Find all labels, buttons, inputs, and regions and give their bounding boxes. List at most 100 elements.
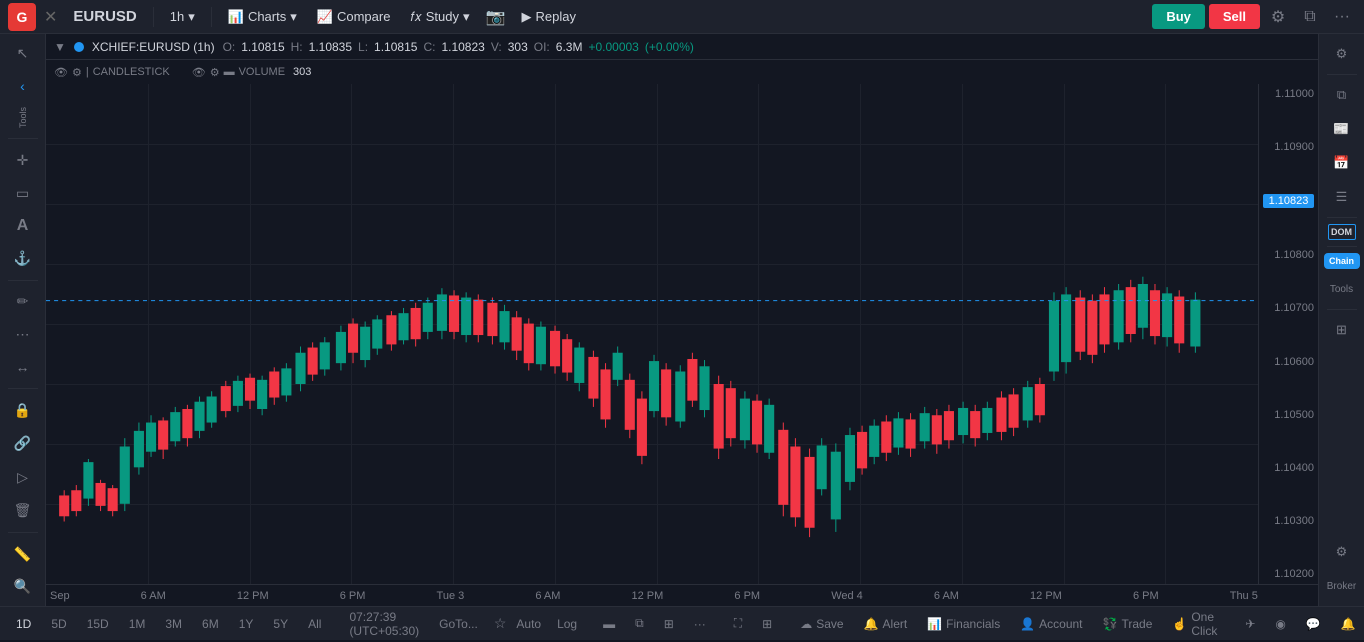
- trade-icon: 💱: [1103, 617, 1118, 631]
- rectangle-tool[interactable]: ▭: [7, 178, 39, 209]
- grid-button[interactable]: ⊞: [1326, 314, 1358, 346]
- rectangle-icon: ▭: [16, 185, 29, 202]
- settings-icon[interactable]: ⚙: [72, 66, 82, 79]
- period-1m-button[interactable]: 1M: [121, 613, 154, 635]
- period-6m-button[interactable]: 6M: [194, 613, 227, 635]
- period-3m-button[interactable]: 3M: [157, 613, 190, 635]
- anchor-tool[interactable]: ⚓: [7, 243, 39, 274]
- settings-icon[interactable]: ⚙: [210, 66, 220, 79]
- period-5d-button[interactable]: 5D: [43, 613, 74, 635]
- alert-button[interactable]: 🔔 Alert: [856, 613, 916, 635]
- layout-icon-3[interactable]: ⊞: [656, 613, 682, 635]
- tools-right-button[interactable]: Tools: [1326, 273, 1358, 305]
- period-5y-button[interactable]: 5Y: [265, 613, 296, 635]
- change-value: +0.00003: [588, 40, 638, 54]
- left-toolbar: ↖ ‹ Tools ✛ ▭ A ⚓ ✏ ⋯ ↔ 🔒: [0, 34, 46, 606]
- auto-button[interactable]: Auto: [510, 614, 547, 634]
- calendar-button[interactable]: 📅: [1326, 147, 1358, 179]
- chain-button[interactable]: Chain: [1324, 253, 1360, 269]
- log-button[interactable]: Log: [551, 614, 583, 634]
- layers-right-button[interactable]: ⧉: [1326, 79, 1358, 111]
- layout-icon-1[interactable]: ▬: [595, 613, 623, 635]
- close-button[interactable]: ✕: [40, 7, 61, 27]
- trade-label: Trade: [1121, 617, 1152, 631]
- collapse-tool[interactable]: ‹: [7, 71, 39, 102]
- news-button[interactable]: 📰: [1326, 113, 1358, 145]
- divider: [1327, 217, 1357, 218]
- text-tool[interactable]: A: [7, 210, 39, 241]
- timeframe-label: 1h: [170, 9, 184, 24]
- time-label-12pm2: 12 PM: [632, 590, 664, 602]
- more-layout-button[interactable]: ⊞: [754, 613, 780, 635]
- financials-button[interactable]: 📊 Financials: [919, 613, 1008, 635]
- star-icon[interactable]: ☆: [494, 615, 507, 632]
- layout-3-icon: ⊞: [664, 617, 674, 631]
- layout-icon-4[interactable]: ···: [686, 613, 714, 635]
- price-level-2: 1.10900: [1263, 141, 1314, 153]
- more-button[interactable]: ···: [1328, 3, 1356, 31]
- series-collapse[interactable]: ▼: [54, 40, 66, 54]
- chart-main[interactable]: 1.11000 1.10900 1.10823 1.10800 1.10700 …: [46, 84, 1318, 584]
- period-1d-button[interactable]: 1D: [8, 613, 39, 635]
- layout-1-icon: ▬: [603, 617, 615, 631]
- period-all-button[interactable]: All: [300, 613, 329, 635]
- replay-button[interactable]: ▶ Replay: [514, 5, 584, 29]
- timeframe-button[interactable]: 1h ▾: [162, 5, 203, 29]
- eye-icon[interactable]: 👁: [192, 66, 206, 79]
- replay-icon: ▶: [522, 9, 532, 25]
- goto-button[interactable]: GoTo...: [431, 613, 486, 635]
- telegram-button[interactable]: ✈: [1237, 613, 1263, 635]
- study-label: Study: [426, 9, 459, 24]
- one-click-button[interactable]: ☝ One Click: [1164, 606, 1225, 642]
- tools-label: Tools: [18, 103, 28, 132]
- sell-button[interactable]: Sell: [1209, 4, 1260, 29]
- list-icon: ☰: [1336, 189, 1348, 205]
- broker-button[interactable]: Broker: [1326, 570, 1358, 602]
- study-button[interactable]: 𝑓𝑥 Study ▾: [402, 5, 477, 29]
- lock-tool[interactable]: 🔒: [7, 395, 39, 426]
- settings-button[interactable]: ⚙: [1264, 3, 1292, 31]
- message-icon: 💬: [1306, 617, 1321, 631]
- cursor-tool[interactable]: ↖: [7, 38, 39, 69]
- notification-button[interactable]: 🔔: [1333, 613, 1364, 635]
- expand-tool[interactable]: ▷: [7, 463, 39, 494]
- layers-button[interactable]: ⧉: [1296, 3, 1324, 31]
- message-button[interactable]: 💬: [1298, 613, 1329, 635]
- compare-button[interactable]: 📈 Compare: [309, 5, 399, 29]
- list-button[interactable]: ☰: [1326, 181, 1358, 213]
- crosshair-tool[interactable]: ✛: [7, 145, 39, 176]
- camera-button[interactable]: 📷: [482, 3, 510, 31]
- cloud-save-button[interactable]: ☁ Save: [792, 613, 851, 635]
- eye-icon[interactable]: 👁: [54, 66, 68, 79]
- charts-button[interactable]: 📊 Charts ▾: [220, 5, 305, 29]
- ruler-tool[interactable]: 📏: [7, 539, 39, 570]
- time-label-6am: 6 AM: [141, 590, 166, 602]
- circle-button[interactable]: ◉: [1267, 613, 1293, 635]
- time-label-wed4: Wed 4: [831, 590, 863, 602]
- dom-button[interactable]: DOM: [1328, 224, 1356, 240]
- account-button[interactable]: 👤 Account: [1012, 613, 1090, 635]
- pattern-tool[interactable]: ⋯: [7, 319, 39, 350]
- link-tool[interactable]: 🔗: [7, 428, 39, 459]
- brush-tool[interactable]: ✏: [7, 287, 39, 318]
- close-value: 1.10823: [441, 40, 484, 54]
- logo-button[interactable]: G: [8, 3, 36, 31]
- period-1y-button[interactable]: 1Y: [231, 613, 262, 635]
- layout-icon-2[interactable]: ⧉: [627, 612, 652, 635]
- search-tool[interactable]: 🔍: [7, 571, 39, 602]
- expand-icon: ▷: [17, 469, 28, 486]
- fullscreen-button[interactable]: ⛶: [726, 612, 750, 635]
- settings-right-button[interactable]: ⚙: [1326, 38, 1358, 70]
- measure-tool[interactable]: ↔: [7, 352, 39, 383]
- time-label-6pm: 6 PM: [340, 590, 366, 602]
- trade-button[interactable]: 💱 Trade: [1095, 613, 1161, 635]
- divider: [8, 388, 38, 389]
- buy-button[interactable]: Buy: [1152, 4, 1205, 29]
- text-icon: A: [17, 217, 29, 235]
- trash-tool[interactable]: 🗑: [7, 495, 39, 526]
- grid-icon: ⊞: [762, 617, 772, 631]
- divider: [1327, 74, 1357, 75]
- period-15d-button[interactable]: 15D: [79, 613, 117, 635]
- settings-bottom-button[interactable]: ⚙: [1326, 536, 1358, 568]
- time-label-6am3: 6 AM: [934, 590, 959, 602]
